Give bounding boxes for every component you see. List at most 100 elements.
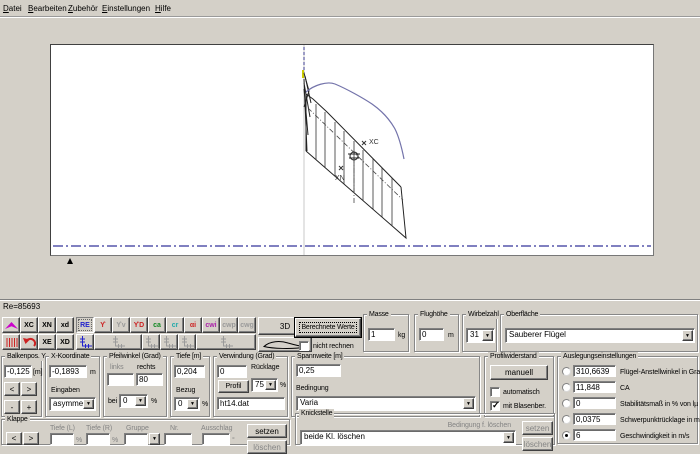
klappe-tiefe-l-input[interactable] [50, 433, 74, 445]
anstellwinkel-input[interactable]: 310,6639 [573, 365, 616, 377]
knickstelle-loeschen-button[interactable]: löschen [522, 437, 553, 451]
plot-cwi-button[interactable]: cwi [202, 317, 220, 333]
dropdown-arrow-icon[interactable]: ▼ [187, 399, 198, 409]
ca-label: CA [620, 384, 630, 393]
plot-axes-button-6[interactable] [196, 334, 256, 350]
klappe-nr-input[interactable] [164, 433, 192, 445]
plot-gammav-button[interactable]: ϒv [112, 317, 130, 333]
spannweite-group: Spannweite [m] 0,25 Bedingung Varia ▼ [291, 356, 480, 417]
blasenber-checkbox[interactable] [490, 401, 500, 411]
balkenpos-input[interactable]: -0,125 [4, 365, 32, 378]
balkenpos-plus-button[interactable]: + [21, 400, 37, 414]
plot-axes-button-5[interactable] [178, 334, 196, 350]
plot-cr-button[interactable]: cr [166, 317, 184, 333]
balkenpos-minus-button[interactable]: - [4, 400, 20, 414]
menu-einstellungen[interactable]: Einstellungen [102, 4, 150, 13]
klappe-next-button[interactable]: > [23, 432, 39, 445]
pfeilwinkel-rechts-input[interactable]: 80 [136, 373, 163, 386]
dropdown-arrow-icon[interactable]: ▼ [83, 399, 94, 409]
pfeilwinkel-group: Pfeilwinkel (Grad) links rechts 80 bei 0… [103, 356, 167, 417]
ruecklage-select[interactable]: 75 ▼ [251, 378, 278, 392]
tiefe-input[interactable]: 0,204 [174, 365, 205, 378]
axes-icon [112, 336, 125, 348]
klappe-loeschen-button[interactable]: löschen [247, 440, 287, 454]
flying-wing-button[interactable] [2, 317, 20, 333]
dropdown-arrow-icon[interactable]: ▼ [503, 432, 514, 443]
eingaben-select[interactable]: asymmet. ▼ [49, 397, 96, 411]
plot-cwp-button[interactable]: cwp [220, 317, 238, 333]
xd-button[interactable]: xd [56, 317, 74, 333]
stabilitaet-input[interactable]: 0 [573, 397, 616, 409]
spannweite-input[interactable]: 0,25 [296, 364, 341, 377]
automatisch-checkbox[interactable] [490, 387, 500, 397]
schwerpunkt-input[interactable]: 0,0375 [573, 413, 616, 425]
flughoehe-group: Flughöhe 0 m [414, 314, 459, 352]
xc-button[interactable]: XC [20, 317, 38, 333]
plot-gammad-button[interactable]: ϒD [130, 317, 148, 333]
knickstelle-select[interactable]: beide Kl. löschen ▼ [300, 430, 516, 445]
menu-datei[interactable]: Datei [3, 4, 22, 13]
plot-re-button[interactable]: RE [76, 317, 94, 333]
plot-gamma-button[interactable]: ϒ [94, 317, 112, 333]
tiefe-group-label: Tiefe [m] [174, 352, 203, 361]
plot-ca-button[interactable]: ca [148, 317, 166, 333]
dropdown-arrow-icon[interactable]: ▼ [135, 396, 146, 406]
gruppe-dropdown-button[interactable]: ▼ [149, 433, 160, 445]
klappe-prev-button[interactable]: < [6, 432, 22, 445]
klappe-setzen-button[interactable]: setzen [247, 424, 287, 438]
balkenpos-prev-button[interactable]: < [4, 382, 20, 396]
wing-view-canvas[interactable]: XC XN [50, 44, 654, 256]
masse-input[interactable]: 1 [368, 328, 395, 341]
pfeilwinkel-links-input[interactable] [107, 373, 134, 386]
knickstelle-setzen-button[interactable]: setzen [522, 421, 553, 435]
ca-input[interactable]: 11,848 [573, 381, 616, 393]
balkenpos-next-button[interactable]: > [21, 382, 37, 396]
auslegung-radio-geschwindigkeit[interactable] [562, 431, 571, 440]
klappe-ausschlag-input[interactable] [202, 433, 230, 445]
dropdown-arrow-icon[interactable]: ▼ [265, 380, 276, 390]
klappe-tiefe-r-input[interactable] [86, 433, 110, 445]
dropdown-arrow-icon[interactable]: ▼ [482, 330, 493, 341]
plot-re-icon: RE [80, 322, 90, 329]
klappe-gruppe-input[interactable] [124, 433, 148, 445]
manuell-button[interactable]: manuell [490, 365, 548, 380]
wirbelzahl-select[interactable]: 31 ▼ [466, 328, 495, 343]
auslegung-radio-ca[interactable] [562, 383, 571, 392]
profil-file-input[interactable]: ht14.dat [217, 397, 285, 410]
plot-axes-button-2[interactable] [94, 334, 142, 350]
blasenber-label: mit Blasenber. [503, 402, 546, 411]
xd2-button[interactable]: XD [56, 334, 74, 350]
auslegung-radio-schwerpunkt[interactable] [562, 415, 571, 424]
menu-bearbeiten[interactable]: Bearbeiten [28, 4, 67, 13]
undo-button[interactable] [20, 334, 38, 350]
oberflaeche-select[interactable]: Sauberer Flügel ▼ [505, 328, 695, 343]
xe-button[interactable]: XE [38, 334, 56, 350]
geschwindigkeit-input[interactable]: 6 [573, 429, 616, 441]
menu-zubehoer[interactable]: Zubehör [68, 4, 98, 13]
berechnete-werte-button[interactable]: Berechnete Werte [295, 318, 361, 337]
profil-button[interactable]: Profil [218, 380, 249, 393]
canvas-origin-marker [67, 258, 73, 264]
plot-axes-button-4[interactable] [160, 334, 178, 350]
menu-hilfe[interactable]: Hilfe [155, 4, 171, 13]
plot-alphai-button[interactable]: αi [184, 317, 202, 333]
bezug-select[interactable]: 0 ▼ [174, 397, 200, 411]
plot-axes-button-3[interactable] [142, 334, 160, 350]
rib-stripes-button[interactable] [2, 334, 20, 350]
auslegung-radio-anstellwinkel[interactable] [562, 367, 571, 376]
plot-axes-button-1[interactable] [76, 334, 94, 350]
flughoehe-input[interactable]: 0 [419, 328, 444, 341]
spannweite-group-label: Spannweite [m] [295, 352, 344, 361]
dropdown-arrow-icon[interactable]: ▼ [463, 398, 474, 409]
wirbelzahl-group: Wirbelzahl 31 ▼ [462, 314, 497, 352]
verwindung-input[interactable]: 0 [217, 365, 247, 378]
klappe-nr-label: Nr. [170, 424, 179, 433]
xn-button[interactable]: XN [38, 317, 56, 333]
xkoordinate-input[interactable]: -0,1893 [49, 365, 87, 378]
dropdown-arrow-icon[interactable]: ▼ [682, 330, 693, 341]
auslegung-radio-stabilitaet[interactable] [562, 399, 571, 408]
ruecklage-value: 75 [255, 380, 265, 391]
bei-select[interactable]: 0 ▼ [119, 394, 148, 408]
nicht-rechnen-checkbox[interactable] [299, 341, 309, 351]
plot-cwg-button[interactable]: cwg [238, 317, 256, 333]
